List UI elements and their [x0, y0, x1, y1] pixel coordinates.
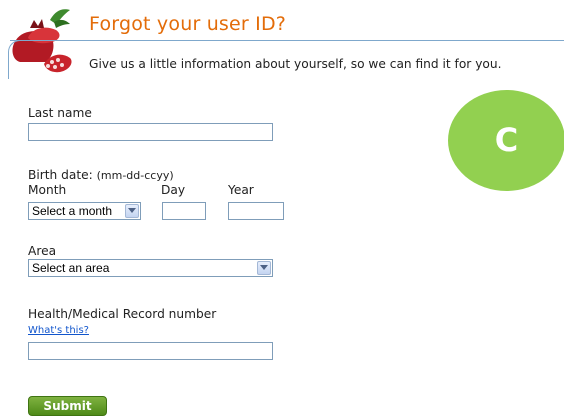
birth-date-label: Birth date: (mm-dd-ccyy): [28, 168, 174, 182]
page-title: Forgot your user ID?: [89, 13, 287, 35]
record-number-label: Health/Medical Record number: [28, 307, 217, 321]
option-badge: C: [448, 90, 564, 191]
year-label: Year: [228, 183, 254, 197]
month-select-value: Select a month: [32, 204, 113, 218]
month-select[interactable]: Select a month: [28, 202, 141, 220]
year-input[interactable]: [228, 202, 284, 220]
chevron-down-icon[interactable]: [125, 204, 139, 218]
month-label: Month: [28, 183, 67, 197]
whats-this-link[interactable]: What's this?: [28, 325, 89, 336]
record-number-input[interactable]: [28, 342, 273, 360]
birth-date-label-text: Birth date:: [28, 168, 93, 182]
area-label: Area: [28, 244, 57, 258]
page-subtitle: Give us a little information about yours…: [89, 57, 502, 71]
header-divider: [10, 40, 564, 41]
last-name-label: Last name: [28, 106, 92, 120]
day-input[interactable]: [162, 202, 206, 220]
birth-date-format-hint: (mm-dd-ccyy): [96, 169, 174, 182]
last-name-input[interactable]: [28, 123, 273, 141]
area-select[interactable]: Select an area: [28, 259, 273, 277]
header-divider-curve: [8, 40, 39, 79]
day-label: Day: [161, 183, 186, 197]
submit-button[interactable]: Submit: [28, 396, 107, 416]
area-select-value: Select an area: [32, 261, 110, 275]
chevron-down-icon[interactable]: [257, 261, 271, 275]
